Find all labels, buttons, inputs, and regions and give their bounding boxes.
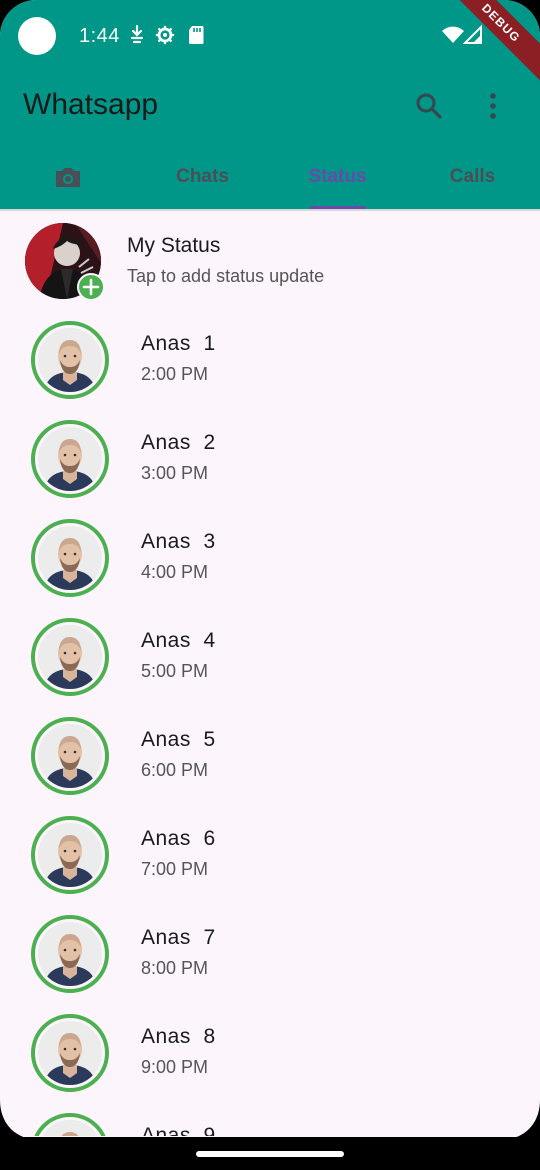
status-row[interactable]: Anas 7 8:00 PM [0,915,540,1014]
status-contact-name: Anas 6 [141,827,216,850]
tab-bar: Chats Status Calls [0,145,540,210]
avatar [38,724,102,788]
sd-card-icon [186,23,208,47]
status-ring [31,915,109,993]
avatar [38,328,102,392]
status-time: 2:00 PM [141,364,209,384]
download-icon [126,23,148,47]
avatar [38,922,102,986]
home-gesture-handle[interactable] [196,1151,344,1157]
status-time: 5:00 PM [141,661,209,681]
status-time: 3:00 PM [141,463,209,483]
status-time: 4:00 PM [141,562,209,582]
system-status-bar: 1:44 DEBUG [0,0,540,86]
avatar [38,625,102,689]
status-row[interactable]: Anas 2 3:00 PM [0,420,540,519]
status-ring [31,618,109,696]
status-list: My Status Tap to add status update Anas … [0,211,540,1136]
status-row[interactable]: Anas 9 [0,1113,540,1136]
more-vert-icon [490,93,496,119]
status-contact-name: Anas 5 [141,728,216,751]
tab-status[interactable]: Status [270,145,405,210]
status-ring [31,816,109,894]
status-contact-name: Anas 8 [141,1025,216,1048]
status-time: 8:00 PM [141,958,209,978]
more-options-button[interactable] [478,88,508,124]
my-status-title: My Status [127,234,221,257]
add-icon [82,278,100,296]
status-contact-name: Anas 2 [141,431,216,454]
tab-calls[interactable]: Calls [405,145,540,210]
status-ring [31,321,109,399]
app-title: Whatsapp [23,88,159,121]
avatar [38,427,102,491]
status-contact-name: Anas 7 [141,926,216,949]
status-ring [31,420,109,498]
status-ring [31,519,109,597]
status-row[interactable]: Anas 3 4:00 PM [0,519,540,618]
status-ring [31,717,109,795]
status-ring [31,1113,109,1136]
app-bar: 1:44 DEBUG Whatsapp Chats Status Calls [0,0,540,210]
status-row[interactable]: Anas 4 5:00 PM [0,618,540,717]
status-time: 9:00 PM [141,1057,209,1077]
my-status-subtitle: Tap to add status update [127,266,325,286]
search-icon [416,93,442,119]
my-status-row[interactable]: My Status Tap to add status update [0,211,540,309]
avatar [38,823,102,887]
add-status-button[interactable] [77,273,105,301]
avatar [38,1021,102,1085]
tab-chats[interactable]: Chats [135,145,270,210]
status-contact-name: Anas 1 [141,332,216,355]
camera-cutout [18,17,56,55]
clock: 1:44 [79,25,120,47]
status-contact-name: Anas 9 [141,1124,216,1136]
status-time: 6:00 PM [141,760,209,780]
status-row[interactable]: Anas 1 2:00 PM [0,321,540,420]
status-ring [31,1014,109,1092]
wifi-icon [441,23,465,47]
status-row[interactable]: Anas 8 9:00 PM [0,1014,540,1113]
status-contact-name: Anas 3 [141,530,216,553]
status-time: 7:00 PM [141,859,209,879]
search-button[interactable] [411,88,447,124]
tab-camera[interactable] [0,145,135,210]
avatar [38,526,102,590]
status-row[interactable]: Anas 6 7:00 PM [0,816,540,915]
phone-screen: 1:44 DEBUG Whatsapp Chats Status Calls M… [0,0,540,1170]
status-contact-name: Anas 4 [141,629,216,652]
camera-icon [55,168,80,187]
cellular-signal-icon [462,23,483,47]
status-row[interactable]: Anas 5 6:00 PM [0,717,540,816]
settings-icon [154,23,176,47]
avatar [38,1120,102,1136]
